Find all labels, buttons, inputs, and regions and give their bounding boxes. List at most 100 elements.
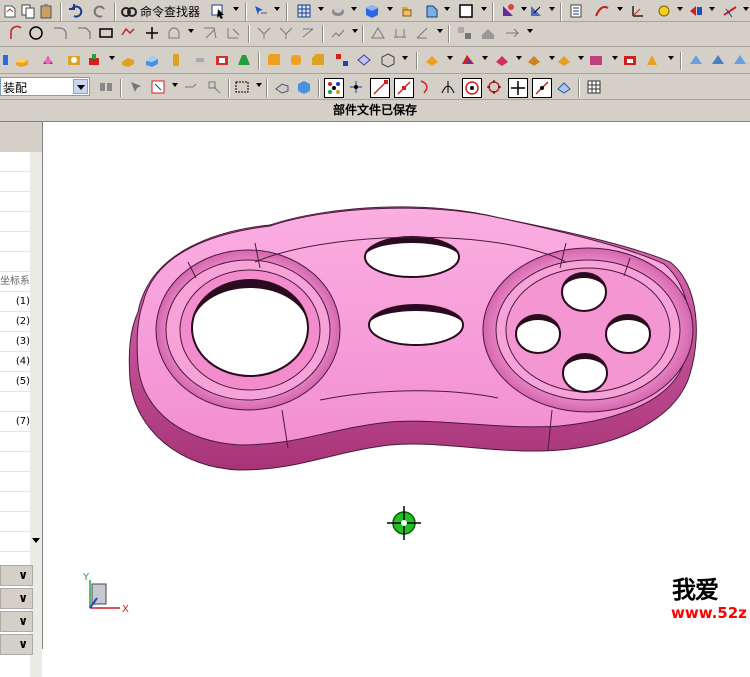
rect-select-dropdown[interactable] bbox=[256, 83, 262, 87]
render-style-icon[interactable] bbox=[330, 3, 346, 19]
list-item[interactable] bbox=[0, 392, 30, 412]
select-by-icon[interactable] bbox=[206, 79, 222, 95]
project-icon[interactable] bbox=[300, 25, 316, 41]
thicken-icon[interactable] bbox=[588, 52, 604, 68]
point-dropdown[interactable] bbox=[677, 7, 683, 11]
list-item[interactable]: (3) bbox=[0, 332, 30, 352]
shell-icon[interactable] bbox=[214, 52, 230, 68]
dimension-icon[interactable] bbox=[722, 3, 738, 19]
list-item[interactable] bbox=[0, 172, 30, 192]
chamfer-solid-icon[interactable] bbox=[310, 52, 326, 68]
layer-dropdown[interactable] bbox=[444, 7, 450, 11]
arc-icon[interactable] bbox=[8, 25, 24, 41]
feature-dropdown[interactable] bbox=[109, 56, 115, 60]
snap-intersect-icon[interactable] bbox=[440, 79, 456, 95]
circle-icon[interactable] bbox=[28, 25, 44, 41]
undo-icon[interactable] bbox=[68, 3, 84, 19]
offset-dropdown[interactable] bbox=[188, 29, 194, 33]
panel-expand-button[interactable]: ∨ bbox=[0, 611, 33, 632]
freeform-icon[interactable] bbox=[688, 52, 704, 68]
analysis-dropdown[interactable] bbox=[521, 7, 527, 11]
list-item[interactable] bbox=[0, 192, 30, 212]
snap-midpoint-icon[interactable] bbox=[394, 78, 414, 98]
shaded-cube-icon[interactable] bbox=[364, 3, 380, 19]
transform-dropdown[interactable] bbox=[709, 7, 715, 11]
revolve-icon[interactable] bbox=[40, 52, 56, 68]
snap-center-icon[interactable] bbox=[462, 78, 482, 98]
polygon-icon[interactable] bbox=[120, 25, 136, 41]
groove-icon[interactable] bbox=[192, 52, 208, 68]
freeform-3-icon[interactable] bbox=[732, 52, 748, 68]
list-item[interactable] bbox=[0, 472, 30, 492]
list-item[interactable]: (7) bbox=[0, 412, 30, 432]
sketch-angle-dropdown[interactable] bbox=[437, 29, 443, 33]
sketch-dropdown[interactable] bbox=[352, 29, 358, 33]
redo-icon[interactable] bbox=[92, 3, 108, 19]
mirror-icon[interactable] bbox=[278, 25, 294, 41]
chamfer-icon[interactable] bbox=[76, 25, 92, 41]
paste-icon[interactable] bbox=[38, 3, 54, 19]
copy-icon[interactable] bbox=[20, 3, 36, 19]
sketch-constraint-icon[interactable] bbox=[370, 25, 386, 41]
offset-surface-icon[interactable] bbox=[556, 52, 572, 68]
shading-dropdown[interactable] bbox=[387, 7, 393, 11]
pattern-icon[interactable] bbox=[334, 52, 350, 68]
render-dropdown[interactable] bbox=[351, 7, 357, 11]
boolean-dropdown[interactable] bbox=[402, 56, 408, 60]
replace-face-dropdown[interactable] bbox=[668, 56, 674, 60]
scroll-down-icon[interactable] bbox=[32, 538, 40, 543]
list-item[interactable] bbox=[0, 252, 30, 272]
extrude-icon[interactable] bbox=[14, 52, 30, 68]
split-dropdown[interactable] bbox=[549, 56, 555, 60]
rectangle-select-icon[interactable] bbox=[234, 79, 250, 95]
snap-existing-icon[interactable] bbox=[508, 78, 528, 98]
graphics-viewport[interactable]: Y X bbox=[43, 122, 750, 649]
snap-face-icon[interactable] bbox=[274, 79, 290, 95]
sew-icon[interactable] bbox=[460, 52, 476, 68]
curve-dropdown[interactable] bbox=[617, 7, 623, 11]
offset-surface-dropdown[interactable] bbox=[578, 56, 584, 60]
surface-icon[interactable] bbox=[424, 52, 440, 68]
list-item[interactable]: (5) bbox=[0, 372, 30, 392]
panel-expand-button[interactable]: ∨ bbox=[0, 588, 33, 609]
unite-icon[interactable] bbox=[380, 52, 396, 68]
snap-on-face-icon[interactable] bbox=[556, 79, 572, 95]
panel-expand-button[interactable]: ∨ bbox=[0, 565, 33, 586]
list-item[interactable] bbox=[0, 532, 30, 552]
curve-analysis-icon[interactable] bbox=[594, 3, 610, 19]
snap-on-curve-icon[interactable] bbox=[532, 78, 552, 98]
slot-icon[interactable] bbox=[168, 52, 184, 68]
edge-blend-icon[interactable] bbox=[288, 52, 304, 68]
sketch-dim-icon[interactable] bbox=[392, 25, 408, 41]
point-construct-icon[interactable] bbox=[656, 3, 672, 19]
list-item[interactable]: (1) bbox=[0, 292, 30, 312]
sew-dropdown[interactable] bbox=[482, 56, 488, 60]
split-icon[interactable] bbox=[526, 52, 542, 68]
grid-icon[interactable] bbox=[296, 3, 312, 19]
chevron-down-icon[interactable] bbox=[73, 79, 88, 94]
command-finder-icon[interactable] bbox=[121, 3, 137, 19]
sketch-orient-icon[interactable] bbox=[504, 25, 520, 41]
thicken-dropdown[interactable] bbox=[612, 56, 618, 60]
snap-control-icon[interactable] bbox=[418, 79, 434, 95]
offset-icon[interactable] bbox=[166, 25, 182, 41]
snap-body-icon[interactable] bbox=[296, 79, 312, 95]
list-item[interactable] bbox=[0, 232, 30, 252]
grid-dropdown[interactable] bbox=[318, 7, 324, 11]
list-item[interactable] bbox=[0, 212, 30, 232]
command-finder-label[interactable]: 命令查找器 bbox=[140, 3, 200, 20]
transform-icon[interactable] bbox=[688, 3, 704, 19]
constraint-icon[interactable] bbox=[256, 25, 272, 41]
select-filter-dropdown[interactable] bbox=[233, 7, 239, 11]
blend-icon[interactable] bbox=[266, 52, 282, 68]
draft-icon[interactable] bbox=[236, 52, 252, 68]
trim-body-icon[interactable] bbox=[494, 52, 510, 68]
list-item[interactable] bbox=[0, 432, 30, 452]
new-part-icon[interactable] bbox=[2, 3, 18, 19]
rectangle-icon[interactable] bbox=[98, 25, 114, 41]
fillet-icon[interactable] bbox=[52, 25, 68, 41]
snap-grid-icon[interactable] bbox=[586, 79, 602, 95]
analysis-icon[interactable] bbox=[500, 3, 516, 19]
sketch-view-icon[interactable] bbox=[480, 25, 496, 41]
surface-dropdown[interactable] bbox=[447, 56, 453, 60]
